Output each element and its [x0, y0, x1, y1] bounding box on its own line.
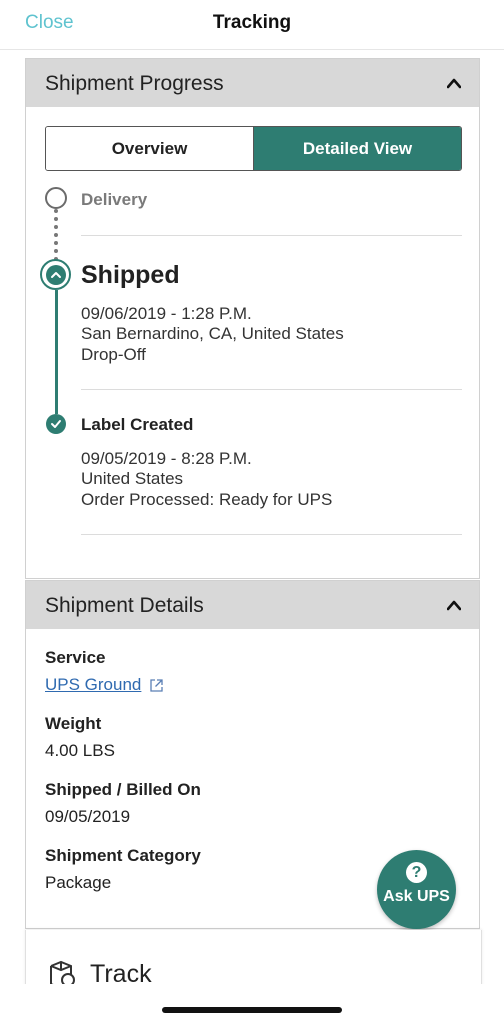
event-datetime: 09/05/2019 - 8:28 P.M. [81, 449, 252, 468]
pending-circle-icon [45, 187, 67, 209]
tab-detailed-view[interactable]: Detailed View [254, 127, 461, 170]
service-link[interactable]: UPS Ground [45, 675, 164, 695]
service-value[interactable]: UPS Ground [45, 675, 141, 695]
track-card[interactable]: Track [25, 930, 482, 990]
event-status-delivery: Delivery [81, 190, 148, 209]
chevron-up-icon[interactable] [447, 76, 461, 90]
shipment-progress-card: Shipment Progress Overview Detailed View… [25, 58, 480, 579]
billed-on-value: 09/05/2019 [45, 807, 131, 826]
weight-value: 4.00 LBS [45, 741, 115, 760]
view-toggle: Overview Detailed View [45, 126, 462, 171]
chevron-up-icon [50, 271, 61, 278]
current-status-icon [40, 259, 71, 290]
top-bar: Close Tracking [0, 0, 504, 50]
checkmark-icon [51, 420, 61, 428]
billed-on-label: Shipped / Billed On [45, 780, 201, 799]
ask-ups-label: Ask UPS [383, 888, 450, 905]
shipment-category-value: Package [45, 873, 112, 892]
tab-overview[interactable]: Overview [46, 127, 254, 170]
divider [81, 534, 462, 535]
service-label: Service [45, 648, 106, 667]
shipment-progress-header[interactable]: Shipment Progress [26, 59, 479, 107]
external-link-icon[interactable] [149, 678, 164, 693]
bottom-safe-area [0, 984, 504, 1024]
shipment-progress-title: Shipment Progress [45, 72, 224, 95]
question-icon: ? [406, 862, 427, 883]
event-location: San Bernardino, CA, United States [81, 324, 344, 343]
divider [81, 235, 462, 236]
event-status-label-created: Label Created [81, 415, 194, 434]
ask-ups-button[interactable]: ? Ask UPS [377, 850, 456, 929]
page-title: Tracking [212, 12, 292, 33]
event-datetime: 09/06/2019 - 1:28 P.M. [81, 304, 252, 323]
shipment-details-header[interactable]: Shipment Details [26, 581, 479, 629]
event-activity: Drop-Off [81, 345, 146, 364]
timeline-dotted-connector [54, 209, 58, 261]
home-indicator[interactable] [162, 1007, 342, 1013]
chevron-up-icon[interactable] [447, 598, 461, 612]
shipment-details-title: Shipment Details [45, 594, 204, 617]
weight-label: Weight [45, 714, 102, 733]
divider [81, 389, 462, 390]
timeline-solid-connector [55, 290, 58, 414]
check-circle-icon [46, 414, 66, 434]
event-status-shipped: Shipped [81, 261, 180, 289]
event-location: United States [81, 469, 184, 488]
shipment-category-label: Shipment Category [45, 846, 201, 865]
event-activity: Order Processed: Ready for UPS [81, 490, 333, 509]
